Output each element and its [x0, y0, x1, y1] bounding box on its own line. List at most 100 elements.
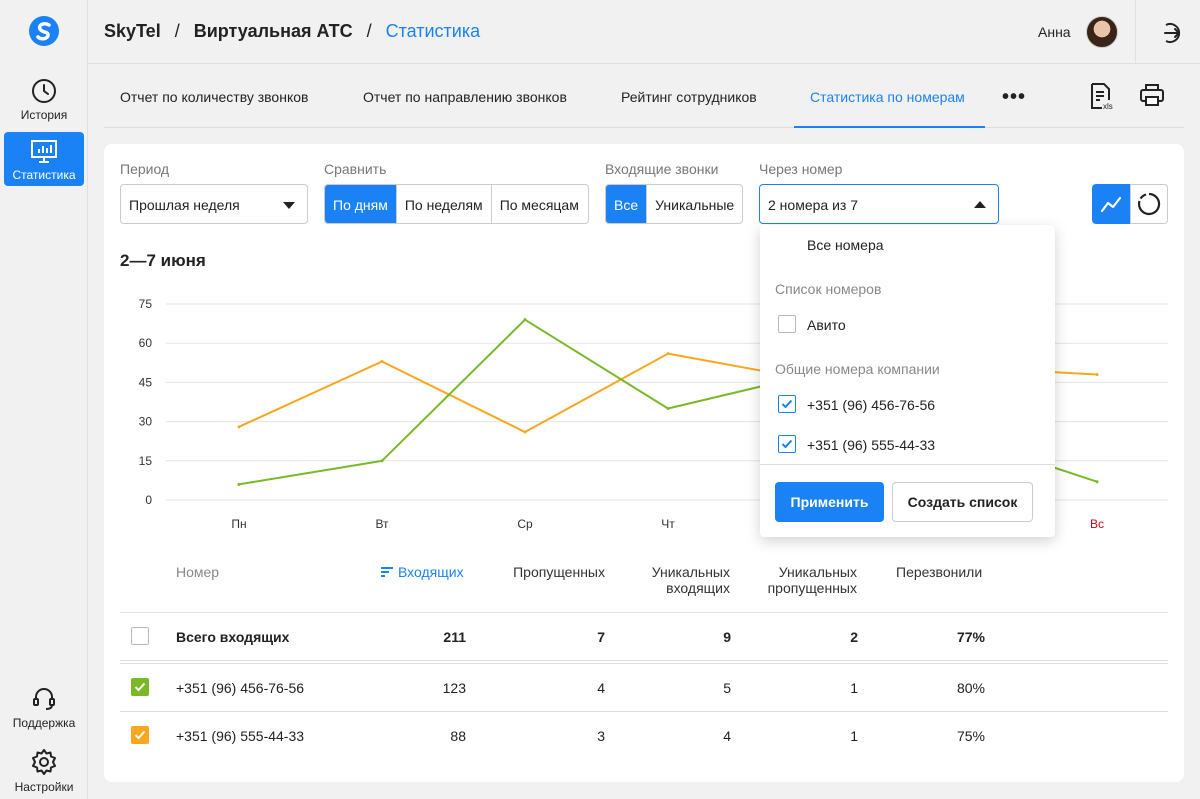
compare-by-weeks[interactable]: По неделям — [395, 185, 491, 223]
compare-label: Сравнить — [324, 161, 387, 177]
incoming-all[interactable]: Все — [606, 185, 647, 223]
via-number-value: 2 номера из 7 — [768, 197, 858, 213]
row-number: Всего входящих — [176, 629, 290, 645]
headset-icon — [33, 688, 55, 710]
tab-number-stats[interactable]: Статистика по номерам — [810, 89, 965, 105]
data-point[interactable] — [666, 352, 670, 356]
skytel-logo-icon[interactable] — [29, 16, 59, 46]
sort-icon — [381, 567, 393, 577]
check-icon — [781, 399, 793, 409]
data-point[interactable] — [237, 425, 241, 429]
dd-group-label: Список номеров — [775, 281, 882, 297]
user-name[interactable]: Анна — [1038, 24, 1071, 40]
more-tabs-button[interactable]: ••• — [1002, 86, 1026, 109]
tab-employee-rating[interactable]: Рейтинг сотрудников — [621, 89, 757, 105]
row-missed: 7 — [597, 629, 605, 645]
dd-checkbox-avito[interactable] — [778, 315, 796, 333]
col-incoming-label: Входящих — [398, 564, 464, 580]
row-unique-incoming: 4 — [723, 728, 731, 744]
gear-icon — [32, 749, 56, 775]
via-number-select[interactable]: 2 номера из 7 — [759, 184, 999, 224]
print-icon[interactable] — [1139, 82, 1165, 108]
logout-icon[interactable] — [1156, 20, 1182, 46]
line-chart-icon — [1100, 196, 1122, 213]
row-incoming: 88 — [450, 728, 466, 744]
check-icon — [134, 682, 146, 692]
col-unique-missed-header[interactable]: Уникальных пропущенных — [747, 564, 857, 596]
row-callback: 77% — [956, 629, 985, 645]
dd-checkbox-number-2[interactable] — [778, 435, 796, 453]
data-point[interactable] — [666, 407, 670, 411]
period-select[interactable]: Прошлая неделя — [120, 184, 308, 224]
table-divider — [120, 660, 1168, 661]
tab-call-direction[interactable]: Отчет по направлению звонков — [363, 89, 567, 105]
dd-all-numbers[interactable]: Все номера — [807, 237, 884, 253]
header-line: Уникальных — [778, 564, 857, 580]
col-incoming-header[interactable]: Входящих — [380, 564, 464, 580]
dd-divider — [760, 464, 1055, 465]
col-number-header[interactable]: Номер — [176, 564, 219, 580]
data-point[interactable] — [380, 459, 384, 463]
row-checkbox[interactable] — [131, 627, 149, 645]
data-point[interactable] — [1095, 480, 1099, 484]
header: SkyTel / Виртуальная АТС / Статистика Анна — [88, 0, 1200, 64]
data-point[interactable] — [1095, 373, 1099, 377]
period-value: Прошлая неделя — [129, 197, 240, 213]
incoming-unique[interactable]: Уникальные — [646, 185, 742, 223]
row-number: +351 (96) 555-44-33 — [176, 728, 305, 744]
data-point[interactable] — [380, 359, 384, 363]
header-line: Уникальных — [651, 564, 730, 580]
breadcrumb-item[interactable]: SkyTel — [104, 21, 161, 41]
report-tabs: Отчет по количеству звонков Отчет по нап… — [104, 64, 1184, 128]
compare-by-days[interactable]: По дням — [325, 185, 396, 223]
y-tick-label: 30 — [139, 415, 153, 429]
sidebar-item-statistics[interactable]: Статистика — [4, 132, 84, 186]
y-tick-label: 75 — [139, 297, 153, 311]
export-xls-icon[interactable]: xls — [1089, 82, 1115, 110]
col-unique-incoming-header[interactable]: Уникальных входящих — [620, 564, 730, 596]
active-tab-indicator — [794, 126, 985, 128]
compare-by-months[interactable]: По месяцам — [490, 185, 587, 223]
incoming-label: Входящие звонки — [605, 161, 719, 177]
row-unique-incoming: 9 — [723, 629, 731, 645]
y-tick-label: 0 — [145, 493, 152, 507]
monitor-chart-icon — [31, 140, 57, 163]
row-checkbox[interactable] — [131, 726, 149, 744]
col-missed-header[interactable]: Пропущенных — [504, 564, 605, 580]
tab-call-count[interactable]: Отчет по количеству звонков — [120, 89, 308, 105]
sidebar-item-history[interactable]: История — [4, 72, 84, 126]
check-icon — [781, 439, 793, 449]
svg-text:xls: xls — [1103, 102, 1113, 110]
donut-chart-toggle[interactable] — [1130, 184, 1168, 224]
dd-item-number-2[interactable]: +351 (96) 555-44-33 — [807, 437, 935, 453]
row-incoming: 211 — [443, 629, 466, 645]
avatar[interactable] — [1086, 16, 1118, 48]
breadcrumb-item[interactable]: Виртуальная АТС — [194, 21, 353, 41]
header-line: входящих — [666, 580, 730, 596]
data-point[interactable] — [237, 482, 241, 486]
dd-item-avito[interactable]: Авито — [807, 317, 846, 333]
row-unique-missed: 1 — [850, 728, 858, 744]
donut-chart-icon — [1137, 192, 1161, 216]
row-callback: 80% — [956, 680, 985, 696]
sidebar-item-settings[interactable]: Настройки — [4, 742, 84, 796]
header-divider — [1135, 0, 1136, 64]
chevron-down-icon — [283, 202, 295, 209]
col-callback-header[interactable]: Перезвонили — [896, 564, 982, 580]
data-point[interactable] — [523, 318, 527, 322]
create-list-button[interactable]: Создать список — [892, 482, 1033, 522]
sidebar-item-support[interactable]: Поддержка — [4, 680, 84, 734]
incoming-segmented: Все Уникальные — [605, 184, 743, 224]
sidebar: История Статистика Поддержка Настройки — [0, 0, 88, 799]
sidebar-item-label: История — [20, 108, 68, 122]
chevron-up-icon — [974, 201, 986, 208]
sidebar-item-label: Поддержка — [12, 716, 76, 730]
apply-button[interactable]: Применить — [775, 482, 884, 522]
x-tick-label: Ср — [517, 517, 533, 531]
row-checkbox[interactable] — [131, 678, 149, 696]
line-chart-toggle[interactable] — [1092, 184, 1130, 224]
dd-item-number-1[interactable]: +351 (96) 456-76-56 — [807, 397, 935, 413]
dd-checkbox-number-1[interactable] — [778, 395, 796, 413]
data-point[interactable] — [523, 430, 527, 434]
compare-segmented: По дням По неделям По месяцам — [324, 184, 589, 224]
